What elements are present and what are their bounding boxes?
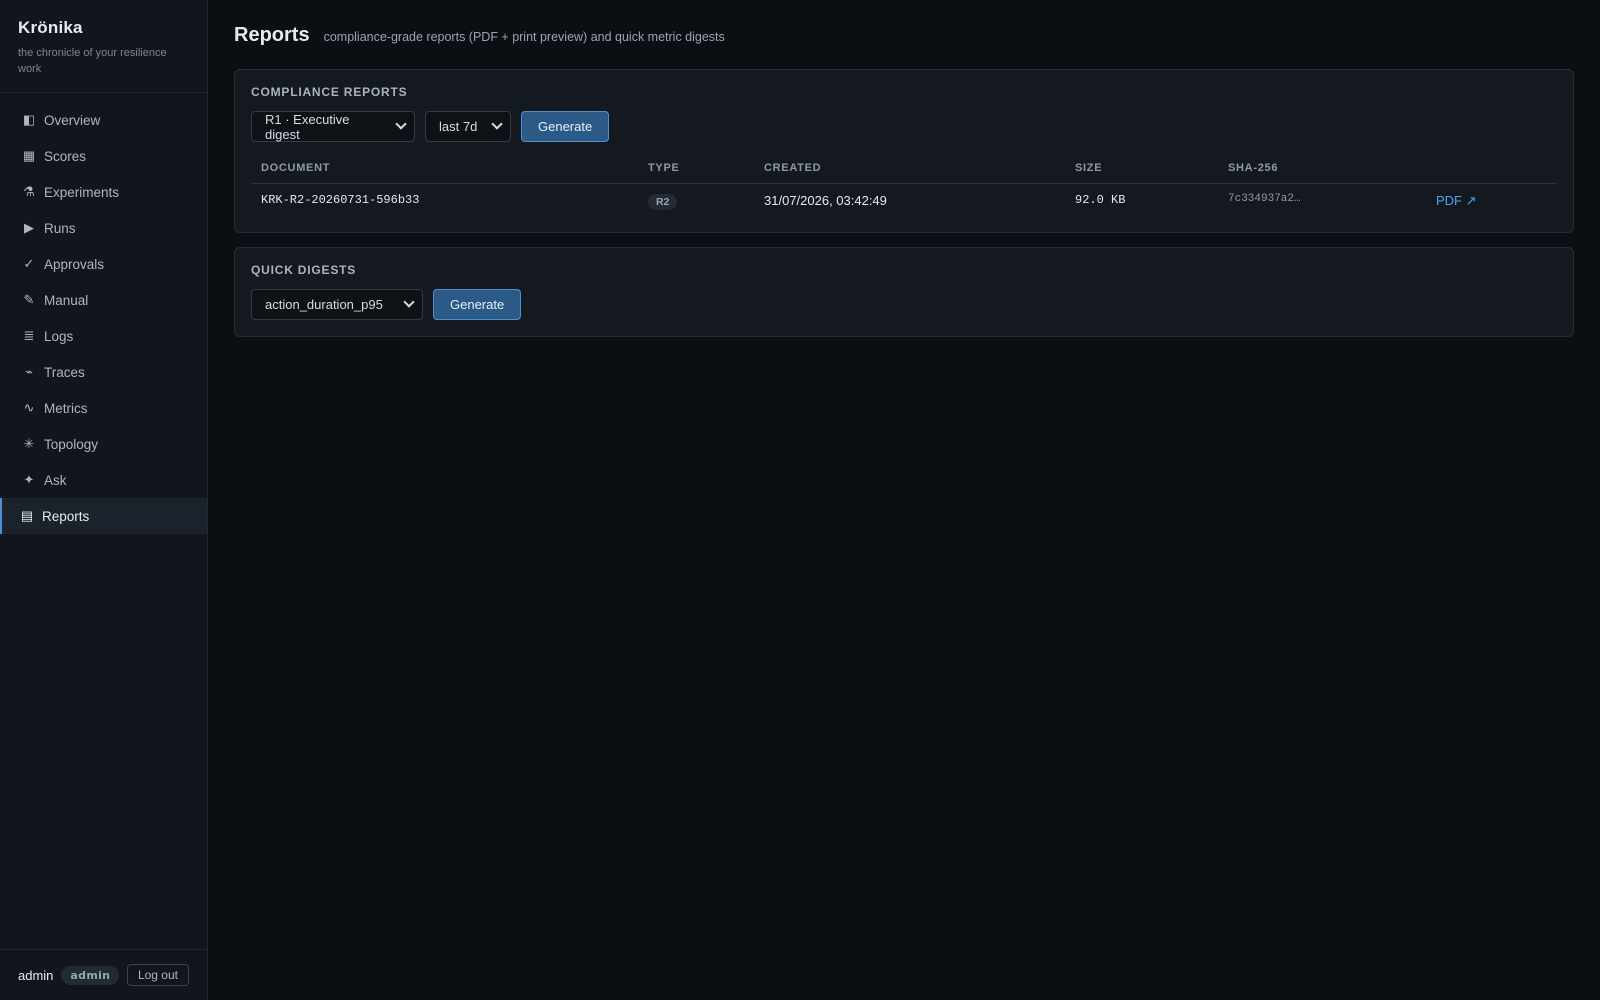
- sidebar-item-label: Metrics: [44, 400, 88, 416]
- play-icon: ▶: [24, 220, 34, 235]
- wave-icon: ∿: [23, 400, 35, 415]
- sidebar-item-label: Logs: [44, 328, 74, 344]
- sidebar-footer: admin admin Log out: [0, 949, 207, 1000]
- generate-digest-button[interactable]: Generate: [433, 289, 522, 320]
- sidebar-item-traces[interactable]: ⌁ Traces: [0, 354, 207, 390]
- scores-icon: ▦: [22, 148, 36, 163]
- sidebar-item-topology[interactable]: ✳ Topology: [0, 426, 207, 462]
- column-header-actions: [1426, 154, 1557, 184]
- report-type-value: R1 · Executive digest: [265, 111, 350, 142]
- sidebar-item-label: Overview: [44, 112, 101, 128]
- sidebar-item-reports[interactable]: ▤ Reports: [0, 498, 207, 534]
- column-header-type: TYPE: [638, 154, 754, 184]
- pdf-link[interactable]: PDF ↗: [1436, 193, 1477, 208]
- reports-table: DOCUMENT TYPE CREATED SIZE SHA-256 KRK-R…: [251, 154, 1557, 216]
- document-id: KRK-R2-20260731-596b33: [261, 193, 420, 207]
- brand: Krönika the chronicle of your resilience…: [0, 0, 207, 93]
- role-badge: admin: [61, 965, 120, 985]
- main-content: Reports compliance-grade reports (PDF + …: [208, 0, 1600, 1000]
- brand-tagline: the chronicle of your resilience work: [18, 47, 167, 75]
- user-name: admin: [18, 967, 54, 983]
- page-header: Reports compliance-grade reports (PDF + …: [234, 24, 1574, 48]
- compliance-controls: R1 · Executive digest last 7d Generate: [251, 111, 1557, 142]
- actions-cell: PDF ↗: [1426, 184, 1557, 217]
- quick-digests-card: QUICK DIGESTS action_duration_p95 Genera…: [234, 247, 1574, 337]
- sidebar-nav: ◧ Overview ▦ Scores ⚗ Experiments ▶ Runs ✓ Approv…: [0, 93, 207, 949]
- column-header-document: DOCUMENT: [251, 154, 638, 184]
- quick-digests-title: QUICK DIGESTS: [251, 263, 357, 277]
- sidebar-item-manual[interactable]: ✎ Manual: [0, 282, 207, 318]
- sidebar-item-label: Reports: [42, 508, 90, 524]
- topology-icon: ✳: [23, 436, 35, 451]
- flask-icon: ⚗: [23, 184, 35, 199]
- brand-name: Krönika: [18, 18, 83, 37]
- sidebar-item-approvals[interactable]: ✓ Approvals: [0, 246, 207, 282]
- sidebar-item-label: Ask: [44, 472, 67, 488]
- time-window-select[interactable]: last 7d: [425, 111, 511, 142]
- app-root: Krönika the chronicle of your resilience…: [0, 0, 1600, 1000]
- sidebar-item-label: Topology: [44, 436, 99, 452]
- overview-icon: ◧: [22, 112, 36, 127]
- file-size: 92.0 KB: [1075, 193, 1126, 207]
- type-badge: R2: [648, 194, 678, 210]
- sidebar-item-experiments[interactable]: ⚗ Experiments: [0, 174, 207, 210]
- sidebar-item-label: Traces: [44, 364, 85, 380]
- sparkle-icon: ✦: [23, 472, 35, 487]
- lines-icon: ≣: [23, 328, 35, 343]
- page-title: Reports: [234, 24, 310, 46]
- created-timestamp: 31/07/2026, 03:42:49: [764, 193, 887, 208]
- sidebar-item-ask[interactable]: ✦ Ask: [0, 462, 207, 498]
- sidebar-item-label: Approvals: [44, 256, 105, 272]
- report-icon: ▤: [20, 508, 34, 523]
- time-window-value: last 7d: [439, 119, 478, 134]
- sidebar-item-label: Manual: [44, 292, 89, 308]
- sidebar-item-label: Experiments: [44, 184, 120, 200]
- sidebar-item-runs[interactable]: ▶ Runs: [0, 210, 207, 246]
- compliance-reports-title: COMPLIANCE REPORTS: [251, 85, 408, 99]
- generate-report-button[interactable]: Generate: [521, 111, 610, 142]
- sidebar-item-metrics[interactable]: ∿ Metrics: [0, 390, 207, 426]
- sidebar-item-logs[interactable]: ≣ Logs: [0, 318, 207, 354]
- column-header-created: CREATED: [754, 154, 1065, 184]
- type-cell: R2: [638, 184, 754, 217]
- check-icon: ✓: [23, 256, 35, 271]
- sidebar-item-overview[interactable]: ◧ Overview: [0, 102, 207, 138]
- sha-hash: 7c334937a2…: [1228, 193, 1301, 205]
- table-row: KRK-R2-20260731-596b33 R2 31/07/2026, 03…: [251, 184, 1557, 217]
- sidebar: Krönika the chronicle of your resilience…: [0, 0, 208, 1000]
- table-header-row: DOCUMENT TYPE CREATED SIZE SHA-256: [251, 154, 1557, 184]
- sidebar-item-label: Runs: [44, 220, 76, 236]
- sidebar-item-scores[interactable]: ▦ Scores: [0, 138, 207, 174]
- digest-controls: action_duration_p95 Generate: [251, 289, 1557, 320]
- trace-icon: ⌁: [25, 364, 33, 379]
- compliance-reports-card: COMPLIANCE REPORTS R1 · Executive digest…: [234, 69, 1574, 233]
- metric-value: action_duration_p95: [265, 297, 383, 312]
- pencil-icon: ✎: [23, 292, 35, 307]
- page-subtitle: compliance-grade reports (PDF + print pr…: [323, 30, 725, 44]
- chevron-down-icon: [395, 118, 407, 130]
- chevron-down-icon: [491, 118, 503, 130]
- column-header-sha: SHA-256: [1218, 154, 1426, 184]
- logout-button[interactable]: Log out: [126, 964, 189, 986]
- chevron-down-icon: [403, 296, 415, 308]
- sidebar-item-label: Scores: [44, 148, 87, 164]
- column-header-size: SIZE: [1065, 154, 1218, 184]
- metric-select[interactable]: action_duration_p95: [251, 289, 423, 320]
- report-type-select[interactable]: R1 · Executive digest: [251, 111, 415, 142]
